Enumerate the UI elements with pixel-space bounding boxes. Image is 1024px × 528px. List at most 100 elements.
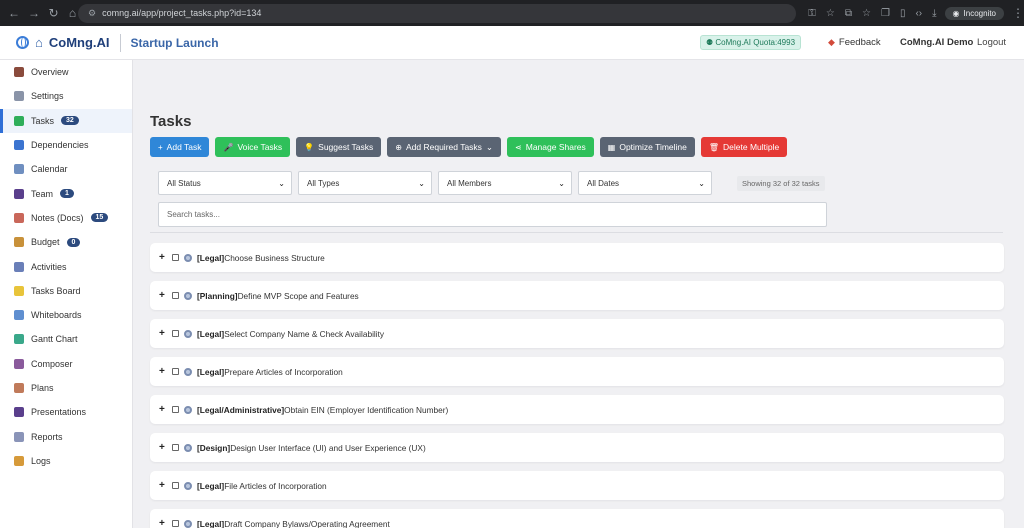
expand-icon[interactable]: + xyxy=(159,518,167,528)
sidebar-item-overview[interactable]: Overview xyxy=(0,60,132,84)
expand-icon[interactable]: + xyxy=(159,328,167,339)
expand-icon[interactable]: + xyxy=(159,366,167,377)
add-task-button[interactable]: + Add Task xyxy=(150,137,210,157)
user-name[interactable]: CoMng.AI Demo xyxy=(900,37,973,48)
task-title[interactable]: [Legal]Select Company Name & Check Avail… xyxy=(197,329,384,339)
expand-icon[interactable]: + xyxy=(159,404,167,415)
task-title[interactable]: [Legal]File Articles of Incorporation xyxy=(197,481,327,491)
gear-icon xyxy=(184,329,192,338)
all-types-filter[interactable]: All Types ⌄ xyxy=(298,171,432,195)
address-bar[interactable]: ⚙ comng.ai/app/project_tasks.php?id=134 xyxy=(78,3,797,23)
quota-badge: ⚉ CoMng.AI Quota:4993 xyxy=(700,35,802,50)
task-checkbox[interactable] xyxy=(172,330,179,337)
chart-icon xyxy=(14,261,24,272)
sidebar-item-label: Budget xyxy=(31,237,60,248)
task-title[interactable]: [Legal]Prepare Articles of Incorporation xyxy=(197,367,343,377)
calendar-icon xyxy=(14,164,24,175)
sidebar-item-logs[interactable]: Logs xyxy=(0,449,132,473)
favorites-icon[interactable]: ☆ xyxy=(862,8,871,19)
chevron-down-icon: ⌄ xyxy=(418,178,425,188)
extension-icon[interactable]: ⧉ xyxy=(845,8,852,19)
task-checkbox[interactable] xyxy=(172,482,179,489)
download-icon[interactable]: ⤓ xyxy=(932,8,936,19)
brand-name[interactable]: CoMng.AI xyxy=(49,35,110,50)
incognito-badge[interactable]: ◉ Incognito xyxy=(944,6,1004,20)
sidebar-item-notes-docs[interactable]: Notes (Docs) 15 xyxy=(0,206,132,230)
all-status-filter[interactable]: All Status ⌄ xyxy=(158,171,292,195)
delete-multiple-button[interactable]: 🗑 Delete Multiple xyxy=(700,137,788,157)
count-badge: 1 xyxy=(60,189,74,199)
copy-icon[interactable]: ❐ xyxy=(881,8,890,19)
task-row[interactable]: + [Legal]Choose Business Structure xyxy=(150,243,1004,272)
task-row[interactable]: + [Design]Design User Interface (UI) and … xyxy=(150,433,1004,462)
task-name: Design User Interface (UI) and User Expe… xyxy=(230,442,426,453)
sidebar-item-label: Presentations xyxy=(31,407,87,418)
all-dates-filter[interactable]: All Dates ⌄ xyxy=(578,171,712,195)
logout-link[interactable]: Logout xyxy=(977,37,1006,48)
task-title[interactable]: [Legal]Choose Business Structure xyxy=(197,253,325,263)
home-icon[interactable]: ⌂ xyxy=(67,6,78,20)
browser-menu-icon[interactable]: ⋮ xyxy=(1012,6,1024,20)
task-checkbox[interactable] xyxy=(172,520,179,527)
task-checkbox[interactable] xyxy=(172,254,179,261)
sidebar-item-reports[interactable]: Reports xyxy=(0,424,132,448)
globe-icon[interactable] xyxy=(16,36,29,49)
task-title[interactable]: [Legal/Administrative]Obtain EIN (Employ… xyxy=(197,405,448,415)
sidebar-item-whiteboards[interactable]: Whiteboards xyxy=(0,303,132,327)
task-category: [Legal/Administrative] xyxy=(197,404,285,415)
sidebar-item-presentations[interactable]: Presentations xyxy=(0,400,132,424)
sidebar-item-team[interactable]: Team 1 xyxy=(0,181,132,205)
suggest-tasks-button[interactable]: 💡 Suggest Tasks xyxy=(296,137,382,157)
browser-toolbar: ← → ↻ ⌂ ⚙ comng.ai/app/project_tasks.php… xyxy=(0,0,1024,26)
task-row[interactable]: + [Legal]Select Company Name & Check Avai… xyxy=(150,319,1004,348)
search-input[interactable]: Search tasks... xyxy=(158,202,827,227)
sidebar-item-gantt-chart[interactable]: Gantt Chart xyxy=(0,327,132,351)
optimize-timeline-icon: ▦ xyxy=(607,142,616,152)
task-checkbox[interactable] xyxy=(172,368,179,375)
task-title[interactable]: [Design]Design User Interface (UI) and U… xyxy=(197,443,426,453)
manage-shares-button[interactable]: ⋖ Manage Shares xyxy=(507,137,594,157)
add-required-tasks-button[interactable]: ⊕ Add Required Tasks ⌄ xyxy=(387,137,502,157)
gear-icon xyxy=(184,253,192,262)
sidebar-item-composer[interactable]: Composer xyxy=(0,352,132,376)
all-members-filter[interactable]: All Members ⌄ xyxy=(438,171,572,195)
expand-icon[interactable]: + xyxy=(159,480,167,491)
bookmark-star-icon[interactable]: ☆ xyxy=(826,8,835,19)
back-icon[interactable]: ← xyxy=(8,6,20,20)
task-row[interactable]: + [Legal]File Articles of Incorporation xyxy=(150,471,1004,500)
task-title[interactable]: [Legal]Draft Company Bylaws/Operating Ag… xyxy=(197,519,390,528)
task-row[interactable]: + [Legal]Prepare Articles of Incorporatio… xyxy=(150,357,1004,386)
sidebar-item-calendar[interactable]: Calendar xyxy=(0,157,132,181)
devtools-icon[interactable]: ‹› xyxy=(915,8,922,19)
reload-icon[interactable]: ↻ xyxy=(48,6,59,20)
optimize-timeline-button[interactable]: ▦ Optimize Timeline xyxy=(599,137,695,157)
task-checkbox[interactable] xyxy=(172,406,179,413)
sidebar-item-budget[interactable]: Budget 0 xyxy=(0,230,132,254)
task-row[interactable]: + [Planning]Define MVP Scope and Features xyxy=(150,281,1004,310)
sidebar-item-tasks-board[interactable]: Tasks Board xyxy=(0,279,132,303)
expand-icon[interactable]: + xyxy=(159,290,167,301)
home-icon[interactable]: ⌂ xyxy=(35,35,43,50)
password-key-icon[interactable]: ⚿ xyxy=(808,8,816,19)
voice-tasks-button[interactable]: 🎤 Voice Tasks xyxy=(215,137,291,157)
sidebar-item-plans[interactable]: Plans xyxy=(0,376,132,400)
site-info-icon[interactable]: ⚙ xyxy=(88,8,96,19)
feedback-link[interactable]: ◆ Feedback xyxy=(828,37,881,48)
task-row[interactable]: + [Legal/Administrative]Obtain EIN (Emplo… xyxy=(150,395,1004,424)
expand-icon[interactable]: + xyxy=(159,442,167,453)
forward-icon[interactable]: → xyxy=(28,6,40,20)
task-checkbox[interactable] xyxy=(172,292,179,299)
chevron-down-icon: ⌄ xyxy=(485,141,494,152)
task-title[interactable]: [Planning]Define MVP Scope and Features xyxy=(197,291,359,301)
sidebar-icon[interactable]: ▯ xyxy=(900,8,906,19)
sidebar-item-settings[interactable]: Settings xyxy=(0,84,132,108)
sidebar-item-label: Whiteboards xyxy=(31,310,82,321)
moneybag-icon xyxy=(14,237,24,248)
sidebar-item-dependencies[interactable]: Dependencies xyxy=(0,133,132,157)
sidebar-item-activities[interactable]: Activities xyxy=(0,254,132,278)
task-checkbox[interactable] xyxy=(172,444,179,451)
expand-icon[interactable]: + xyxy=(159,252,167,263)
sidebar-item-tasks[interactable]: Tasks 32 xyxy=(0,108,132,134)
task-row[interactable]: + [Legal]Draft Company Bylaws/Operating A… xyxy=(150,509,1004,528)
gear-icon xyxy=(184,481,192,490)
